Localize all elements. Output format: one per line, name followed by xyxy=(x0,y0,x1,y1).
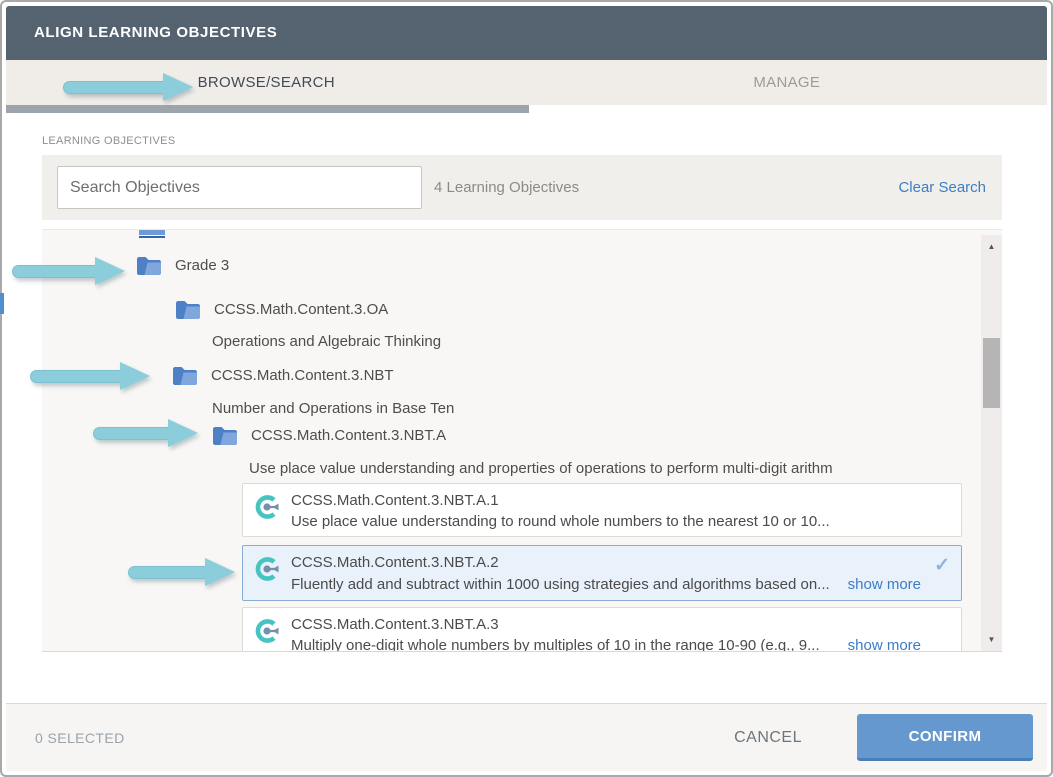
tab-manage-label: MANAGE xyxy=(753,74,820,91)
tree-node-3-oa[interactable]: CCSS.Math.Content.3.OA xyxy=(175,299,388,320)
folder-icon xyxy=(172,365,198,386)
confirm-button[interactable]: CONFIRM xyxy=(857,714,1033,761)
dialog-footer: 0 SELECTED CANCEL CONFIRM xyxy=(6,703,1047,771)
tree-node-3-nbt[interactable]: CCSS.Math.Content.3.NBT xyxy=(172,365,394,386)
tree-node-grade-3[interactable]: Grade 3 xyxy=(136,255,229,276)
active-tab-indicator xyxy=(6,105,529,113)
background-artifact xyxy=(0,293,4,314)
tab-bar: BROWSE/SEARCH MANAGE xyxy=(6,60,1047,105)
tree-node-description: Operations and Algebraic Thinking xyxy=(212,333,441,350)
objective-card-nbt-a-1[interactable]: CCSS.Math.Content.3.NBT.A.1 Use place va… xyxy=(242,483,962,537)
tree-node-label: CCSS.Math.Content.3.OA xyxy=(214,301,388,318)
folder-icon xyxy=(136,255,162,276)
objective-icon xyxy=(254,556,280,582)
objective-description: Multiply one-digit whole numbers by mult… xyxy=(291,637,849,652)
search-panel: 4 Learning Objectives Clear Search xyxy=(42,155,1002,220)
folder-icon-partial xyxy=(139,230,165,239)
objective-code: CCSS.Math.Content.3.NBT.A.1 xyxy=(291,492,499,509)
objective-icon xyxy=(254,494,280,520)
tree-node-label: CCSS.Math.Content.3.NBT xyxy=(211,367,394,384)
scroll-down-icon[interactable]: ▼ xyxy=(981,632,1002,648)
cancel-button[interactable]: CANCEL xyxy=(734,704,802,772)
scroll-up-icon[interactable]: ▲ xyxy=(981,239,1002,255)
page-background: ALIGN LEARNING OBJECTIVES BROWSE/SEARCH … xyxy=(0,0,1053,777)
dialog-title: ALIGN LEARNING OBJECTIVES xyxy=(34,6,277,60)
tree-node-3-nbt-a[interactable]: CCSS.Math.Content.3.NBT.A xyxy=(212,425,446,446)
objective-icon xyxy=(254,618,280,644)
tab-browse-search[interactable]: BROWSE/SEARCH xyxy=(6,60,527,105)
tree-node-description: Number and Operations in Base Ten xyxy=(212,400,454,417)
objectives-scroll-area: Grade 3 CCSS.Math.Content.3.OA Operation… xyxy=(42,229,1002,652)
selected-checkmark-icon: ✓ xyxy=(934,554,950,577)
search-objectives-input[interactable] xyxy=(57,166,422,209)
objective-description: Fluently add and subtract within 1000 us… xyxy=(291,576,849,593)
section-label: LEARNING OBJECTIVES xyxy=(42,135,175,147)
show-more-link[interactable]: show more xyxy=(848,576,921,593)
results-count: 4 Learning Objectives xyxy=(434,155,579,220)
tree-node-label: CCSS.Math.Content.3.NBT.A xyxy=(251,427,446,444)
objective-code: CCSS.Math.Content.3.NBT.A.2 xyxy=(291,554,499,571)
objective-description: Use place value understanding to round w… xyxy=(291,513,947,530)
objective-card-nbt-a-2[interactable]: CCSS.Math.Content.3.NBT.A.2 Fluently add… xyxy=(242,545,962,601)
objective-code: CCSS.Math.Content.3.NBT.A.3 xyxy=(291,616,499,633)
tree-node-label: Grade 3 xyxy=(175,257,229,274)
tab-browse-search-label: BROWSE/SEARCH xyxy=(198,74,335,91)
align-objectives-dialog: ALIGN LEARNING OBJECTIVES BROWSE/SEARCH … xyxy=(0,0,1053,777)
tab-manage[interactable]: MANAGE xyxy=(527,60,1048,105)
selected-count: 0 SELECTED xyxy=(35,704,125,772)
dialog-header: ALIGN LEARNING OBJECTIVES xyxy=(6,6,1047,60)
scrollbar-track[interactable]: ▲ ▼ xyxy=(981,235,1002,652)
clear-search-link[interactable]: Clear Search xyxy=(898,155,986,220)
scrollbar-thumb[interactable] xyxy=(983,338,1000,408)
folder-icon xyxy=(175,299,201,320)
tree-node-description: Use place value understanding and proper… xyxy=(249,460,984,477)
objective-card-nbt-a-3[interactable]: CCSS.Math.Content.3.NBT.A.3 Multiply one… xyxy=(242,607,962,652)
show-more-link[interactable]: show more xyxy=(848,637,921,652)
folder-icon xyxy=(212,425,238,446)
